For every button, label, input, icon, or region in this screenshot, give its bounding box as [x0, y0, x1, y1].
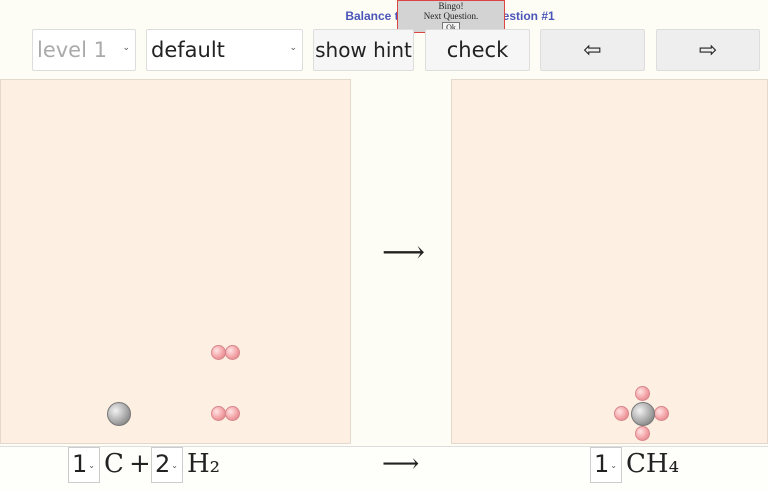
chevron-down-icon: ⌄ — [122, 43, 130, 53]
hydrogen-atom[interactable] — [614, 406, 629, 421]
hydrogen-atom[interactable] — [635, 386, 650, 401]
color-scheme-select-value: default — [151, 38, 225, 62]
products-panel — [451, 79, 768, 444]
chevron-down-icon: ⌄ — [171, 460, 178, 470]
reaction-arrow-icon: ⟶ — [382, 235, 426, 270]
equation-arrow-icon: ⟶ — [382, 449, 420, 479]
coefficient-value: 1 — [72, 450, 88, 478]
coefficient-value: 2 — [155, 450, 171, 478]
reactant-c-coefficient-select[interactable]: 1⌄ — [68, 447, 100, 483]
product-ch4-coefficient-select[interactable]: 1⌄ — [590, 447, 622, 483]
hydrogen-atom[interactable] — [211, 406, 226, 421]
popup-message-bingo: Bingo! — [438, 1, 464, 11]
coefficient-value: 1 — [594, 450, 610, 478]
carbon-atom[interactable] — [107, 402, 131, 426]
page-title: Balance the Equation — Question #1 — [345, 9, 555, 23]
hydrogen-atom[interactable] — [211, 345, 226, 360]
chevron-down-icon: ⌄ — [88, 460, 95, 470]
hydrogen-atom[interactable] — [635, 426, 650, 441]
chevron-down-icon: ⌄ — [289, 43, 297, 53]
previous-question-button[interactable]: ⇦ — [540, 29, 645, 71]
carbon-atom[interactable] — [631, 402, 655, 426]
plus-sign: + — [129, 449, 151, 479]
popup-message-next: Next Question. — [423, 11, 479, 21]
arrow-right-icon: ⇨ — [698, 37, 718, 63]
check-button[interactable]: check — [425, 29, 530, 71]
chevron-down-icon: ⌄ — [610, 460, 617, 470]
level-select[interactable]: level 1 ⌄ — [32, 29, 136, 71]
color-scheme-select[interactable]: default ⌄ — [146, 29, 303, 71]
level-select-value: level 1 — [37, 38, 107, 62]
hydrogen-atom[interactable] — [225, 345, 240, 360]
reactant-h2-formula: H₂ — [187, 449, 221, 479]
reactants-panel — [0, 79, 351, 444]
reactant-c-formula: C — [104, 449, 124, 479]
hydrogen-atom[interactable] — [225, 406, 240, 421]
show-hint-button[interactable]: show hint — [313, 29, 414, 71]
product-ch4-formula: CH₄ — [626, 449, 679, 479]
reactant-h2-coefficient-select[interactable]: 2⌄ — [151, 447, 183, 483]
hydrogen-atom[interactable] — [654, 406, 669, 421]
next-question-button[interactable]: ⇨ — [656, 29, 760, 71]
arrow-left-icon: ⇦ — [583, 37, 602, 63]
